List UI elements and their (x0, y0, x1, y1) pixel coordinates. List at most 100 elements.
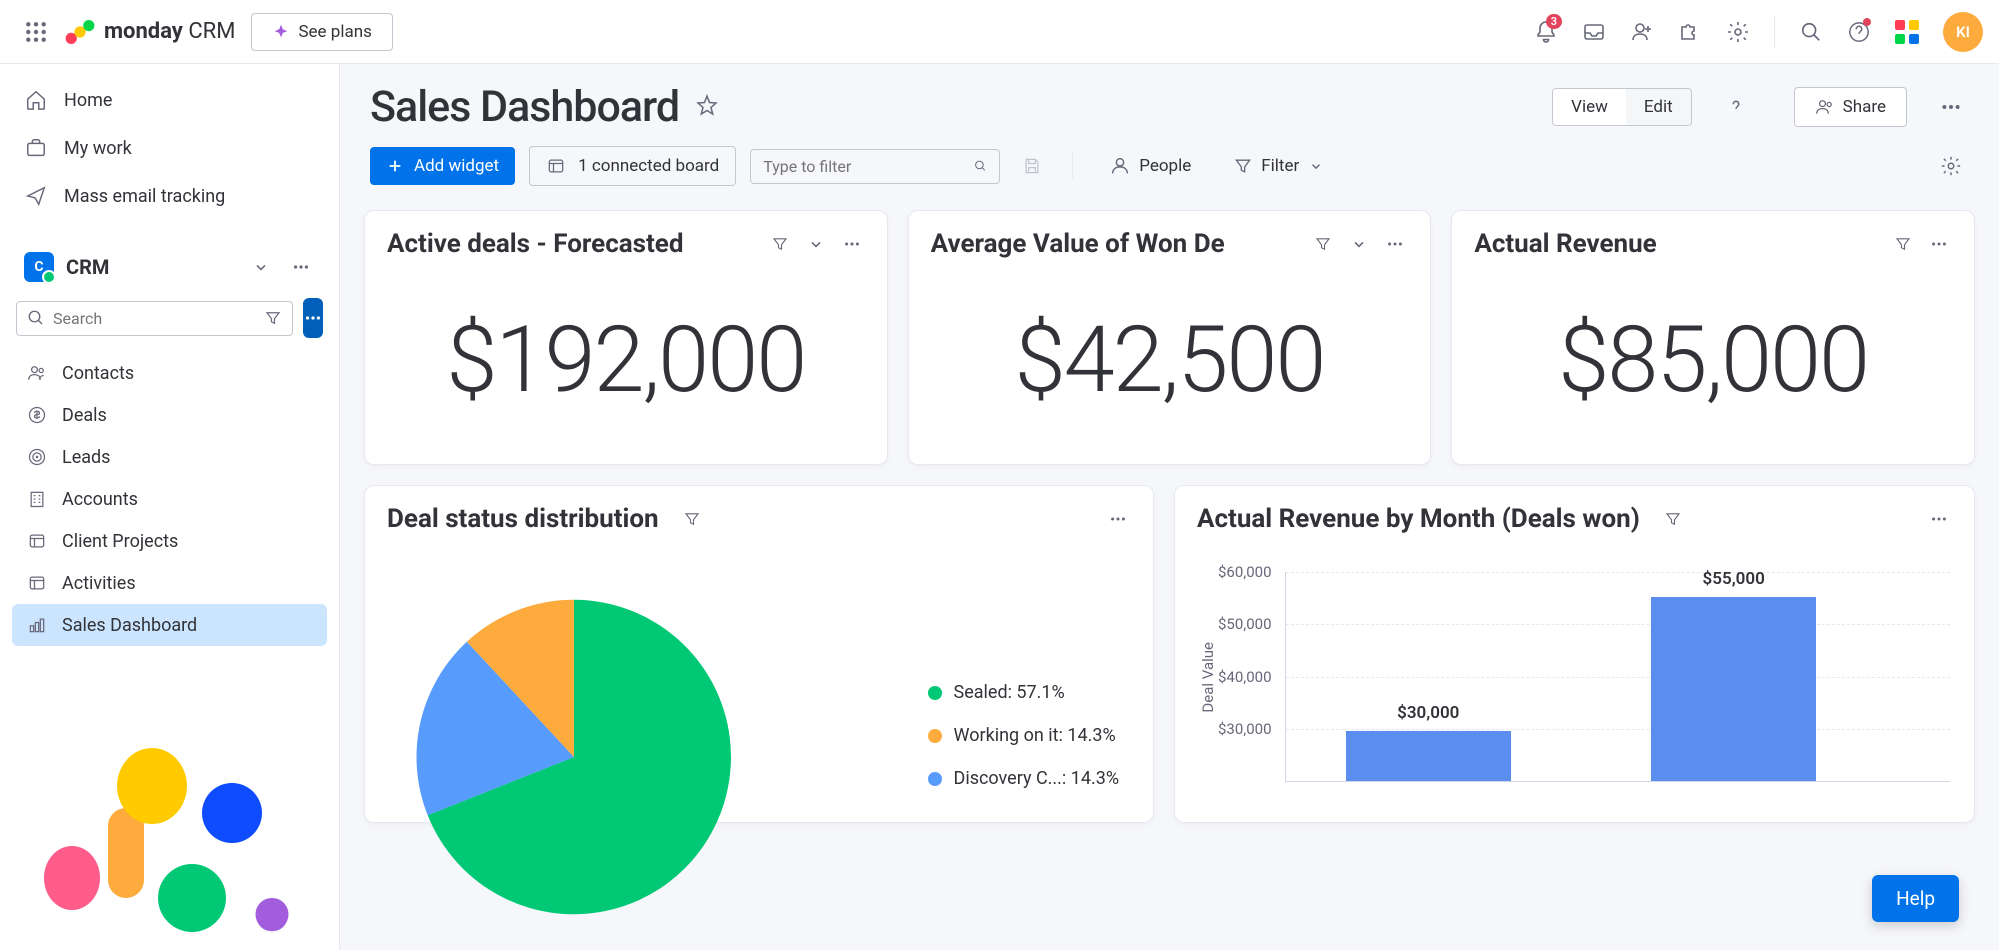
view-toggle-button[interactable]: View (1553, 89, 1626, 125)
add-widget-button[interactable]: Add widget (370, 147, 515, 185)
type-to-filter-box[interactable] (750, 149, 1000, 184)
bar-card-revenue-by-month[interactable]: Actual Revenue by Month (Deals won) Deal… (1174, 485, 1975, 823)
card-title[interactable]: Actual Revenue by Month (Deals won) (1197, 504, 1640, 534)
workspace-name[interactable]: CRM (66, 255, 235, 279)
sidebar-item-contacts[interactable]: Contacts (12, 352, 327, 394)
help-center-button[interactable] (1839, 12, 1879, 52)
kpi-card-avg-value[interactable]: Average Value of Won De $42,500 (908, 210, 1432, 465)
card-more-button[interactable] (1382, 231, 1408, 257)
chevron-down-icon (1351, 236, 1367, 252)
filter-button[interactable]: Filter (1219, 147, 1337, 185)
card-title[interactable]: Deal status distribution (387, 504, 659, 534)
y-tick: $60,000 (1218, 563, 1272, 581)
legend-item: Working on it: 14.3% (928, 725, 1119, 746)
app-switcher-button[interactable] (16, 12, 56, 52)
share-button[interactable]: Share (1794, 87, 1907, 127)
dashboard-settings-button[interactable] (1933, 148, 1969, 184)
person-icon (1109, 155, 1131, 177)
nav-mass-email[interactable]: Mass email tracking (12, 172, 327, 220)
bar-column: $30,000 (1346, 731, 1511, 781)
legend-item: Sealed: 57.1% (928, 682, 1119, 703)
edit-toggle-button[interactable]: Edit (1626, 89, 1691, 125)
card-title[interactable]: Actual Revenue (1474, 229, 1656, 259)
card-filter-button[interactable] (679, 506, 705, 532)
search-icon (974, 157, 987, 175)
workspace-options-button[interactable] (287, 253, 315, 281)
card-filter-button[interactable] (767, 231, 793, 257)
dots-icon (292, 258, 310, 276)
sidebar-item-activities[interactable]: Activities (12, 562, 327, 604)
see-plans-label: See plans (298, 22, 371, 42)
sidebar-search-box[interactable] (16, 301, 293, 336)
dots-icon (843, 235, 861, 253)
card-title[interactable]: Average Value of Won De (931, 229, 1225, 259)
target-icon (26, 446, 48, 468)
sidebar-item-sales-dashboard[interactable]: Sales Dashboard (12, 604, 327, 646)
card-expand-button[interactable] (1346, 231, 1372, 257)
see-plans-button[interactable]: See plans (251, 13, 392, 51)
page-title[interactable]: Sales Dashboard (370, 82, 679, 132)
card-filter-button[interactable] (1660, 506, 1686, 532)
card-more-button[interactable] (839, 231, 865, 257)
sidebar-item-label: Deals (62, 405, 107, 426)
sidebar-search-input[interactable] (53, 309, 256, 328)
notifications-button[interactable]: 3 (1526, 12, 1566, 52)
chevron-down-icon (1309, 159, 1323, 173)
nav-my-work[interactable]: My work (12, 124, 327, 172)
building-icon (26, 488, 48, 510)
card-more-button[interactable] (1926, 231, 1952, 257)
legend-label: Sealed: 57.1% (954, 682, 1065, 703)
workspace-badge[interactable]: C (24, 252, 54, 282)
dots-icon (304, 309, 322, 327)
sidebar-options-button[interactable] (303, 298, 323, 338)
card-header: Active deals - Forecasted (365, 211, 887, 277)
star-icon (695, 93, 719, 117)
help-fab-button[interactable]: Help (1872, 875, 1959, 922)
card-more-button[interactable] (1105, 506, 1131, 532)
save-icon (1022, 156, 1042, 176)
card-filter-button[interactable] (1890, 231, 1916, 257)
kpi-body: $42,500 (909, 277, 1431, 464)
nav-home[interactable]: Home (12, 76, 327, 124)
apps-marketplace-button[interactable] (1670, 12, 1710, 52)
admin-settings-button[interactable] (1718, 12, 1758, 52)
card-filter-button[interactable] (1310, 231, 1336, 257)
brand-text: monday CRM (104, 19, 235, 44)
sidebar-item-client-projects[interactable]: Client Projects (12, 520, 327, 562)
avatar[interactable]: KI (1943, 12, 1983, 52)
connected-board-button[interactable]: 1 connected board (529, 146, 736, 186)
sidebar-item-deals[interactable]: Deals (12, 394, 327, 436)
inbox-button[interactable] (1574, 12, 1614, 52)
type-to-filter-input[interactable] (763, 157, 966, 176)
add-widget-label: Add widget (414, 156, 499, 176)
monday-logo-icon (64, 16, 96, 48)
kpi-card-active-deals[interactable]: Active deals - Forecasted $192,000 (364, 210, 888, 465)
dashboard-more-button[interactable] (1933, 89, 1969, 125)
dashboard-help-button[interactable] (1718, 89, 1754, 125)
workspace-chevron-button[interactable] (247, 253, 275, 281)
funnel-icon (683, 510, 701, 528)
dashboard-body[interactable]: Active deals - Forecasted $192,000 Avera… (340, 196, 1999, 950)
kpi-value: $42,500 (1015, 307, 1325, 414)
sidebar-item-accounts[interactable]: Accounts (12, 478, 327, 520)
notification-badge: 3 (1546, 14, 1562, 29)
gear-icon (1726, 20, 1750, 44)
kpi-value: $85,000 (1558, 307, 1868, 414)
card-title[interactable]: Active deals - Forecasted (387, 229, 684, 259)
filter-icon[interactable] (264, 309, 282, 327)
sidebar-item-label: Activities (62, 573, 136, 594)
sparkle-icon (272, 23, 290, 41)
people-filter-button[interactable]: People (1095, 146, 1205, 186)
pie-card-deal-status[interactable]: Deal status distribution (364, 485, 1154, 823)
favorite-button[interactable] (695, 93, 723, 121)
invite-button[interactable] (1622, 12, 1662, 52)
dots-icon (1930, 510, 1948, 528)
chart-icon (26, 614, 48, 636)
product-switcher-button[interactable] (1887, 12, 1927, 52)
search-everything-button[interactable] (1791, 12, 1831, 52)
card-expand-button[interactable] (803, 231, 829, 257)
sidebar-item-label: Sales Dashboard (62, 615, 197, 636)
card-more-button[interactable] (1926, 506, 1952, 532)
sidebar-item-leads[interactable]: Leads (12, 436, 327, 478)
kpi-card-actual-revenue[interactable]: Actual Revenue $85,000 (1451, 210, 1975, 465)
